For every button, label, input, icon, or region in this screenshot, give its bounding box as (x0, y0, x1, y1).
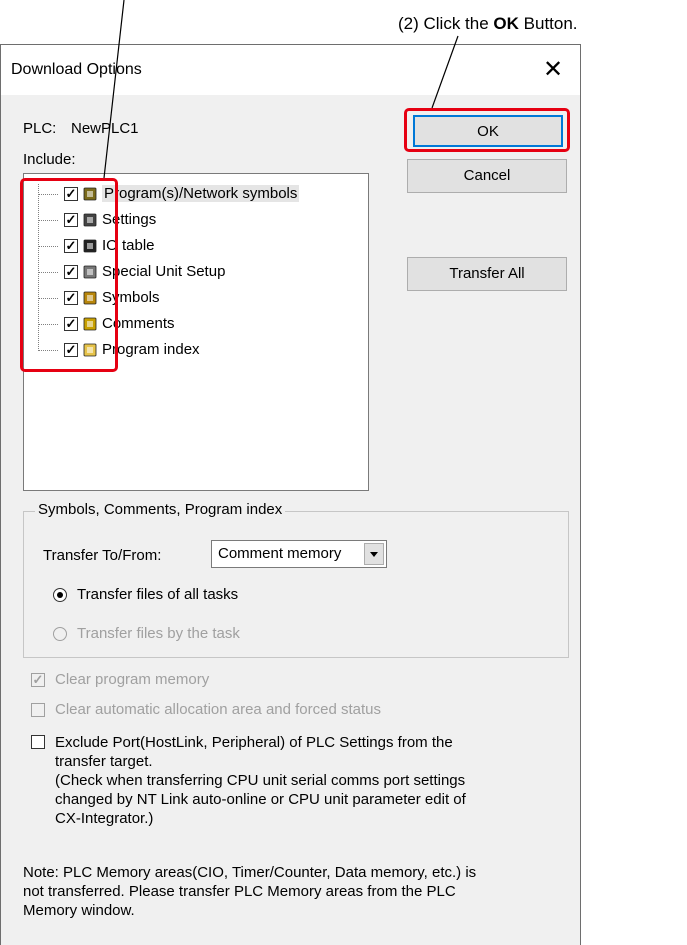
plc-label: PLC: (23, 120, 57, 137)
annotation-prefix: (2) Click the (398, 14, 494, 33)
clear-program-memory-checkbox[interactable]: ✓ (31, 673, 45, 687)
note-line3: Memory window. (23, 902, 135, 919)
clear-auto-alloc-label: Clear automatic allocation area and forc… (55, 701, 382, 718)
include-label: Include: (23, 151, 76, 168)
radio-by-task[interactable] (53, 627, 67, 641)
ok-highlight-box (404, 108, 570, 152)
annotation-text: (2) Click the OK Button. (398, 14, 578, 34)
annotation-bold: OK (493, 14, 519, 33)
radio-all-tasks-label: Transfer files of all tasks (77, 586, 239, 603)
exclude-port-line5: CX-Integrator.) (55, 810, 154, 827)
exclude-port-line2: transfer target. (55, 753, 153, 770)
plc-name: NewPLC1 (71, 120, 139, 137)
clear-program-memory-label: Clear program memory (55, 671, 210, 688)
tree-item-label: Special Unit Setup (102, 263, 226, 280)
title-bar: Download Options ✕ (1, 45, 580, 95)
exclude-port-text: Exclude Port(HostLink, Peripheral) of PL… (55, 733, 466, 828)
note-text: Note: PLC Memory areas(CIO, Timer/Counte… (23, 863, 476, 920)
exclude-port-line4: changed by NT Link auto-online or CPU un… (55, 791, 466, 808)
transfer-select-value: Comment memory (218, 545, 342, 562)
cancel-button[interactable]: Cancel (407, 159, 567, 193)
transfer-select[interactable]: Comment memory (211, 540, 387, 568)
close-icon[interactable]: ✕ (538, 55, 568, 84)
exclude-port-line1: Exclude Port(HostLink, Peripheral) of PL… (55, 734, 453, 751)
radio-by-task-label: Transfer files by the task (77, 625, 240, 642)
group-legend: Symbols, Comments, Program index (35, 501, 286, 518)
transfer-all-button[interactable]: Transfer All (407, 257, 567, 291)
exclude-port-line3: (Check when transferring CPU unit serial… (55, 772, 466, 789)
dialog-title: Download Options (11, 61, 142, 78)
exclude-port-checkbox[interactable] (31, 735, 45, 749)
tree-highlight-box (20, 178, 118, 372)
radio-all-tasks[interactable] (53, 588, 67, 602)
chevron-down-icon (370, 552, 378, 557)
tree-item-label: Program(s)/Network symbols (102, 185, 300, 202)
dropdown-button[interactable] (364, 543, 384, 565)
note-line2: not transferred. Please transfer PLC Mem… (23, 883, 456, 900)
clear-auto-alloc-checkbox[interactable] (31, 703, 45, 717)
annotation-suffix: Button. (518, 14, 578, 33)
note-line1: Note: PLC Memory areas(CIO, Timer/Counte… (23, 864, 477, 881)
transfer-label: Transfer To/From: (43, 547, 162, 564)
